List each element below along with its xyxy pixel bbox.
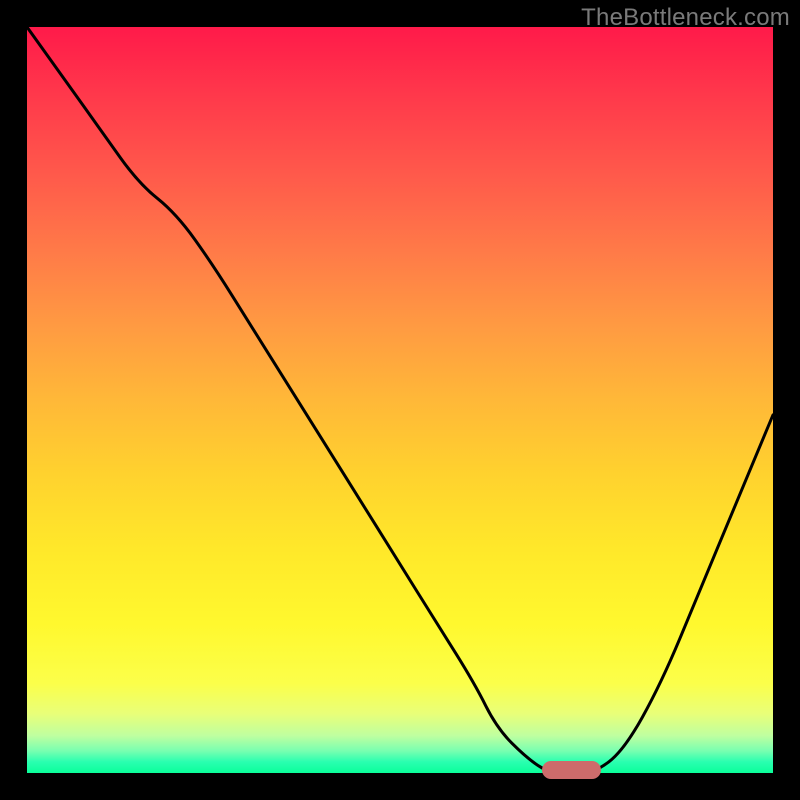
bottleneck-curve-path bbox=[27, 27, 773, 773]
watermark-text: TheBottleneck.com bbox=[581, 4, 790, 32]
chart-container: TheBottleneck.com bbox=[0, 0, 800, 800]
bottleneck-curve-svg bbox=[27, 27, 773, 773]
plot-area-gradient bbox=[27, 27, 773, 773]
optimal-marker bbox=[542, 761, 602, 779]
